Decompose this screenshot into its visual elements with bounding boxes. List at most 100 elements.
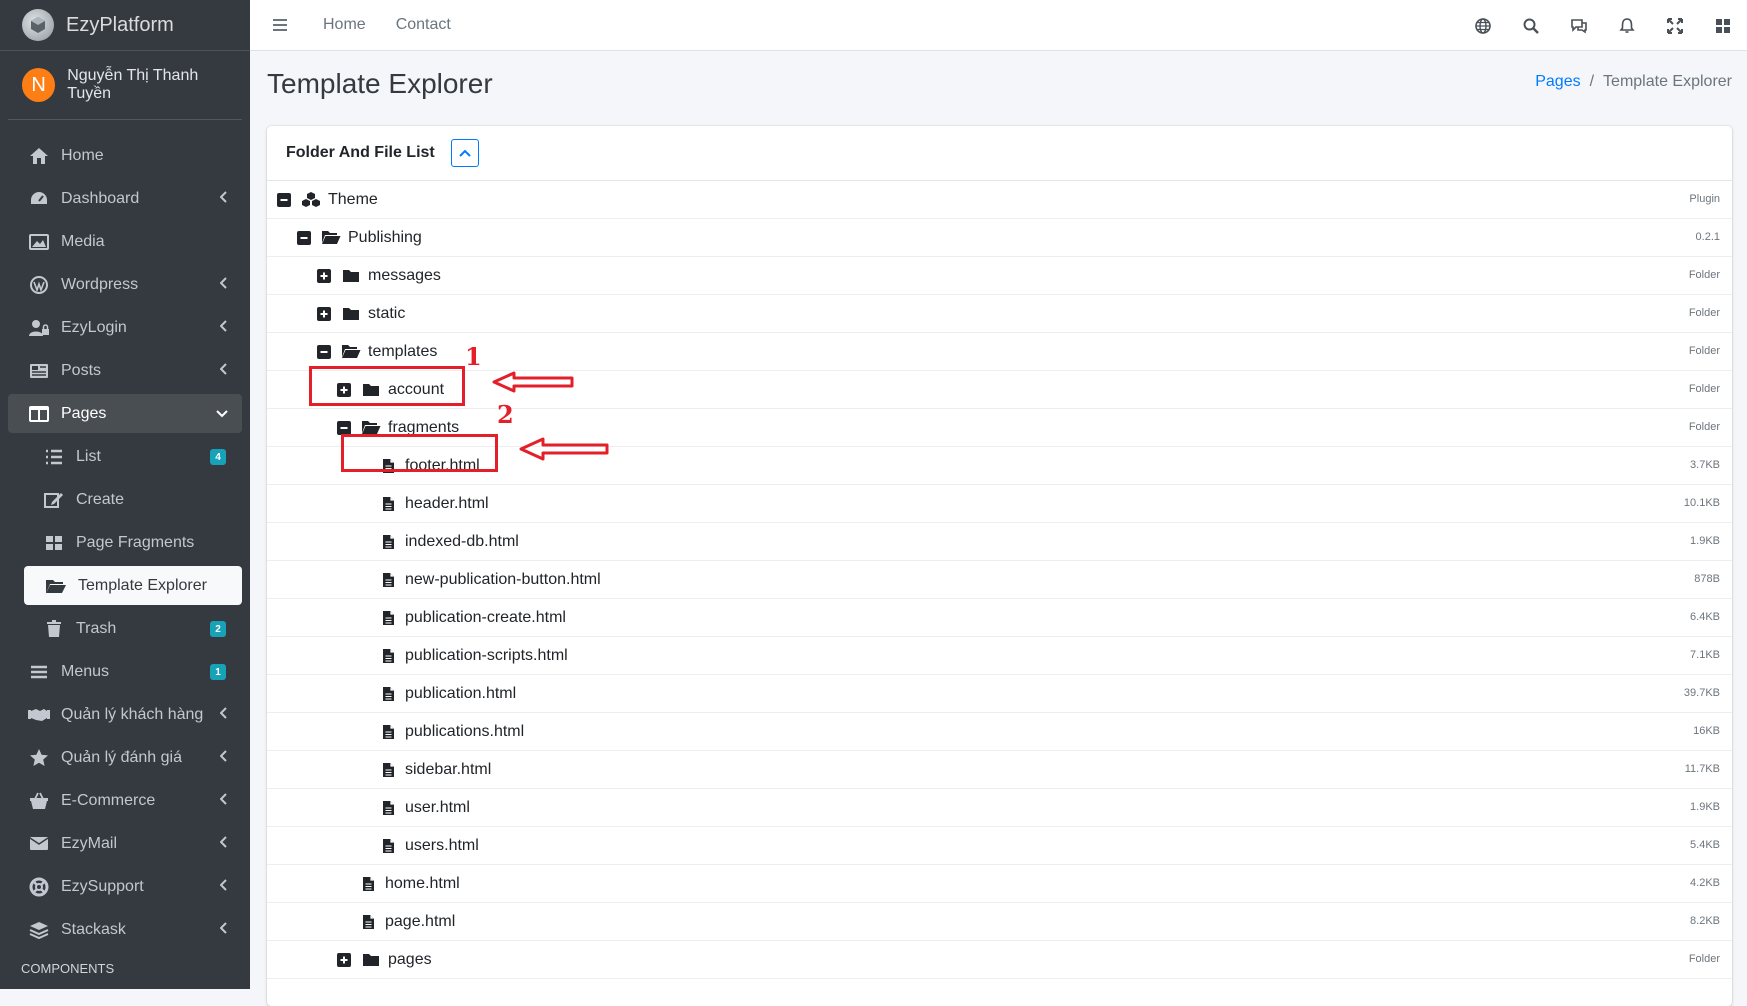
user-name[interactable]: Nguyễn Thị Thanh Tuyền [67, 67, 242, 103]
sidebar-item-home[interactable]: Home [8, 136, 242, 175]
file-icon [377, 572, 399, 588]
sidebar-item-pages[interactable]: Pages [8, 394, 242, 433]
breadcrumb-link-pages[interactable]: Pages [1535, 73, 1580, 90]
collapse-minus-icon[interactable] [277, 192, 291, 207]
bell-icon[interactable] [1603, 17, 1651, 34]
collapse-minus-icon[interactable] [317, 344, 331, 359]
folder-open-icon [320, 230, 342, 246]
hamburger-menu-icon[interactable] [272, 18, 292, 32]
tree-item-name[interactable]: publications.html [405, 723, 524, 741]
expand-plus-icon[interactable] [337, 952, 351, 967]
chevron-left-icon [219, 276, 228, 294]
sidebar-subitem-trash[interactable]: Trash 2 [8, 609, 242, 648]
tree-row[interactable]: indexed-db.html 1.9KB [267, 523, 1732, 561]
sidebar-item-reviews[interactable]: Quản lý đánh giá [8, 738, 242, 777]
tree-row[interactable]: publication-scripts.html 7.1KB [267, 637, 1732, 675]
sidebar-item-dashboard[interactable]: Dashboard [8, 179, 242, 218]
tree-row[interactable]: publication.html 39.7KB [267, 675, 1732, 713]
collapse-minus-icon[interactable] [337, 420, 351, 435]
sidebar-item-customers[interactable]: Quản lý khách hàng [8, 695, 242, 734]
sidebar-item-ezymail[interactable]: EzyMail [8, 824, 242, 863]
sidebar-item-stackask[interactable]: Stackask [8, 910, 242, 949]
sidebar-item-menus[interactable]: Menus 1 [8, 652, 242, 691]
expand-plus-icon[interactable] [317, 306, 331, 321]
sidebar-item-label: Page Fragments [76, 533, 195, 551]
sidebar-subitem-template-explorer[interactable]: Template Explorer [24, 566, 242, 605]
top-link-home[interactable]: Home [323, 16, 366, 34]
sidebar-item-label: Trash [76, 619, 117, 637]
sidebar-subitem-create[interactable]: Create [8, 480, 242, 519]
tree-item-name[interactable]: home.html [385, 875, 460, 893]
folder-icon [360, 952, 382, 968]
collapse-minus-icon[interactable] [297, 230, 311, 245]
comments-icon[interactable] [1555, 18, 1603, 34]
tree-item-meta: 16KB [1693, 725, 1720, 737]
card-title: Folder And File List [286, 144, 435, 161]
envelope-icon [27, 834, 51, 854]
tree-row[interactable]: user.html 1.9KB [267, 789, 1732, 827]
tree-item-name[interactable]: pages [388, 951, 432, 969]
user-panel[interactable]: N Nguyễn Thị Thanh Tuyền [8, 51, 242, 120]
expand-plus-icon[interactable] [317, 268, 331, 283]
tree-row[interactable]: static Folder [267, 295, 1732, 333]
tree-item-name[interactable]: page.html [385, 913, 455, 931]
tree-row[interactable]: publication-create.html 6.4KB [267, 599, 1732, 637]
grid-apps-icon[interactable] [1699, 18, 1747, 34]
collapse-button[interactable] [450, 139, 479, 167]
sidebar-subitem-page-fragments[interactable]: Page Fragments [8, 523, 242, 562]
tree-row[interactable]: account Folder [267, 371, 1732, 409]
chevron-left-icon [219, 749, 228, 767]
tree-item-name[interactable]: new-publication-button.html [405, 571, 601, 589]
tree-row[interactable]: pages Folder [267, 941, 1732, 979]
tree-row[interactable]: messages Folder [267, 257, 1732, 295]
tree-item-meta: 10.1KB [1683, 497, 1720, 509]
sidebar-item-posts[interactable]: Posts [8, 351, 242, 390]
tree-row[interactable]: Publishing 0.2.1 [267, 219, 1732, 257]
tree-item-meta: Folder [1688, 953, 1720, 965]
tree-item-name[interactable]: publication.html [405, 685, 516, 703]
tree-item-name[interactable]: indexed-db.html [405, 533, 519, 551]
tree-item-name[interactable]: templates [368, 343, 437, 361]
tree-item-name[interactable]: users.html [405, 837, 479, 855]
tree-row[interactable]: Theme Plugin [267, 181, 1732, 219]
annotation-number-2: 2 [497, 400, 514, 429]
tree-item-name[interactable]: messages [368, 267, 441, 285]
chevron-left-icon [219, 878, 228, 896]
tree-item-name[interactable]: publication-create.html [405, 609, 566, 627]
tree-item-name[interactable]: publication-scripts.html [405, 647, 568, 665]
tree-item-name[interactable]: sidebar.html [405, 761, 491, 779]
fullscreen-icon[interactable] [1651, 17, 1699, 34]
tree-row[interactable]: templates Folder [267, 333, 1732, 371]
sidebar-item-label: Quản lý khách hàng [61, 705, 204, 723]
globe-icon[interactable] [1459, 17, 1507, 34]
tree-item-name[interactable]: header.html [405, 495, 489, 513]
sidebar-item-ezylogin[interactable]: EzyLogin [8, 308, 242, 347]
tree-row[interactable]: publications.html 16KB [267, 713, 1732, 751]
sidebar-item-media[interactable]: Media [8, 222, 242, 261]
tree-item-name[interactable]: Publishing [348, 229, 422, 247]
tree-item-name[interactable]: static [368, 305, 405, 323]
file-icon [357, 914, 379, 930]
tree-row[interactable]: header.html 10.1KB [267, 485, 1732, 523]
sidebar-item-ecommerce[interactable]: E-Commerce [8, 781, 242, 820]
top-link-contact[interactable]: Contact [396, 16, 451, 34]
tree-item-name[interactable]: Theme [328, 191, 378, 209]
page-title: Template Explorer [267, 68, 493, 99]
count-badge: 2 [210, 621, 226, 637]
sidebar-item-label: Menus [61, 662, 110, 680]
brand-link[interactable]: EzyPlatform [0, 0, 250, 51]
sidebar-subitem-list[interactable]: List 4 [8, 437, 242, 476]
tree-row[interactable]: home.html 4.2KB [267, 865, 1732, 903]
brand-logo-icon [22, 9, 54, 41]
annotation-box-header [341, 434, 498, 472]
tree-row[interactable]: new-publication-button.html 878B [267, 561, 1732, 599]
tree-row[interactable]: sidebar.html 11.7KB [267, 751, 1732, 789]
search-icon[interactable] [1507, 18, 1555, 34]
sidebar-item-ezysupport[interactable]: EzySupport [8, 867, 242, 906]
tree-row[interactable]: users.html 5.4KB [267, 827, 1732, 865]
sidebar-item-wordpress[interactable]: Wordpress [8, 265, 242, 304]
tree-item-meta: Folder [1688, 307, 1720, 319]
tree-item-meta: Folder [1688, 269, 1720, 281]
tree-row[interactable]: page.html 8.2KB [267, 903, 1732, 941]
tree-item-name[interactable]: user.html [405, 799, 470, 817]
